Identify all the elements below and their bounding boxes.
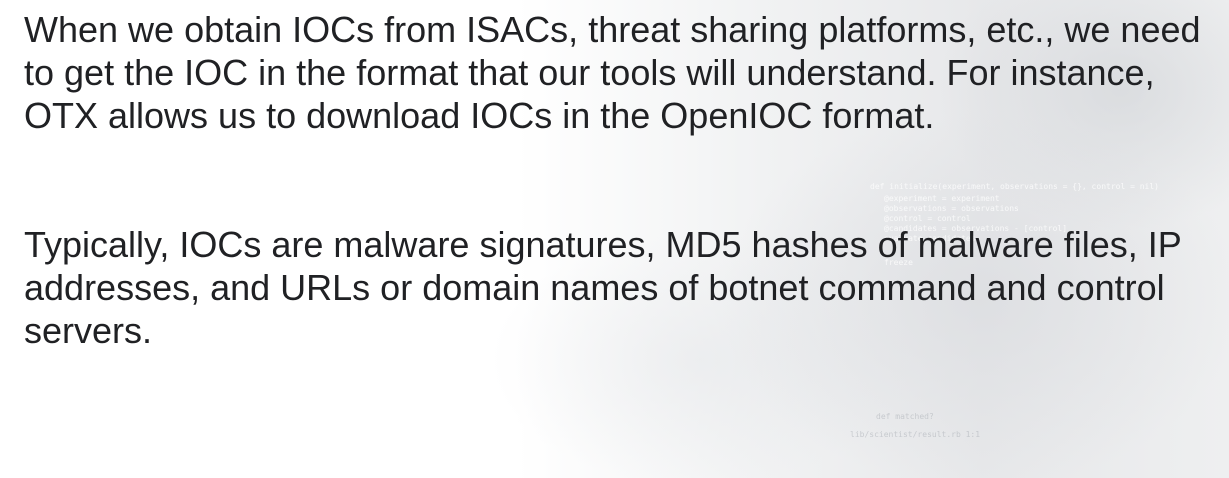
- code-line: lib/scientist/result.rb 1:1: [850, 430, 981, 439]
- code-line: def matched?: [876, 412, 934, 421]
- body-text: When we obtain IOCs from ISACs, threat s…: [24, 8, 1219, 352]
- paragraph-ioc-formats: When we obtain IOCs from ISACs, threat s…: [24, 9, 1201, 136]
- slide: def initialize(experiment, observations …: [0, 0, 1229, 478]
- paragraph-ioc-types: Typically, IOCs are malware signatures, …: [24, 224, 1182, 351]
